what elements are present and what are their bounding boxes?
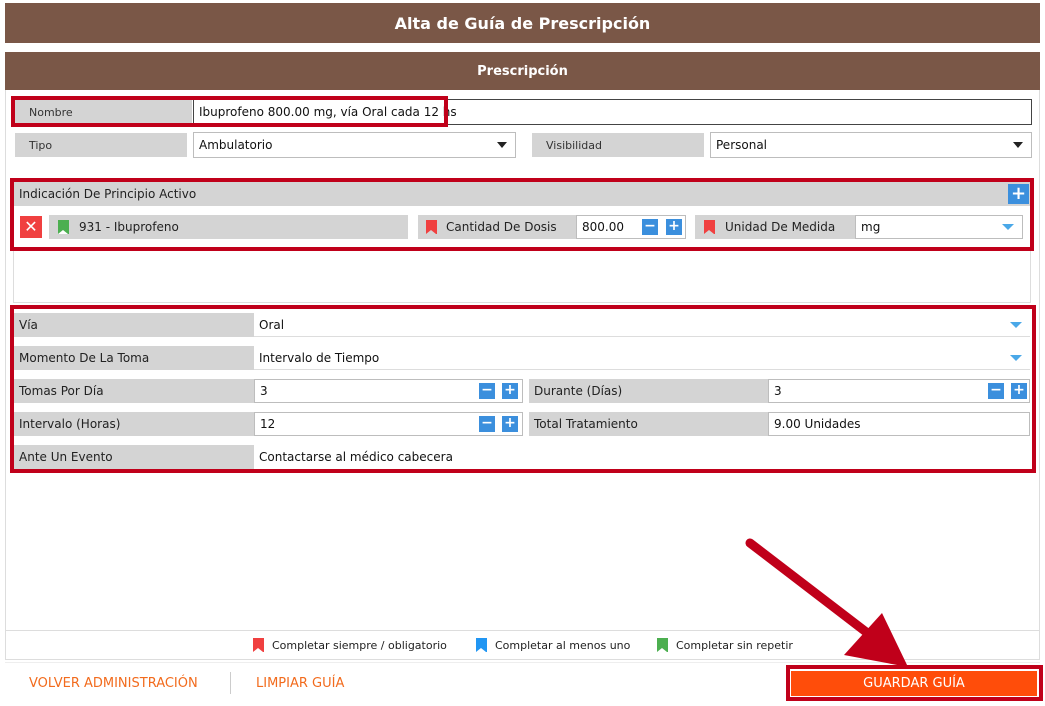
highlight-box-nombre <box>11 96 448 127</box>
volver-button[interactable]: VOLVER ADMINISTRACIÓN <box>29 676 198 691</box>
legend-blue-label: Completar al menos uno <box>495 638 631 652</box>
tipo-value: Ambulatorio <box>199 138 273 152</box>
visibilidad-select[interactable]: Personal <box>710 132 1032 158</box>
page-title: Alta de Guía de Prescripción <box>5 3 1040 43</box>
legend-red: Completar siempre / obligatorio <box>253 638 447 652</box>
chevron-down-icon <box>497 142 507 148</box>
red-bookmark-icon <box>253 638 264 652</box>
limpiar-button[interactable]: LIMPIAR GUÍA <box>256 676 344 691</box>
tipo-select[interactable]: Ambulatorio <box>193 132 516 158</box>
highlight-box-principio <box>10 178 1034 251</box>
legend-red-label: Completar siempre / obligatorio <box>272 638 447 652</box>
legend-blue: Completar al menos uno <box>476 638 630 652</box>
chevron-down-icon <box>1013 142 1023 148</box>
principio-list-area <box>13 251 1031 303</box>
arrow-annotation-icon <box>745 538 908 667</box>
highlight-box-detalle <box>10 305 1036 473</box>
green-bookmark-icon <box>657 638 668 652</box>
visibilidad-label: Visibilidad <box>532 133 704 157</box>
tipo-label: Tipo <box>15 133 187 157</box>
footer-divider <box>230 672 231 694</box>
visibilidad-value: Personal <box>716 138 768 152</box>
blue-bookmark-icon <box>476 638 487 652</box>
section-title: Prescripción <box>5 52 1040 90</box>
